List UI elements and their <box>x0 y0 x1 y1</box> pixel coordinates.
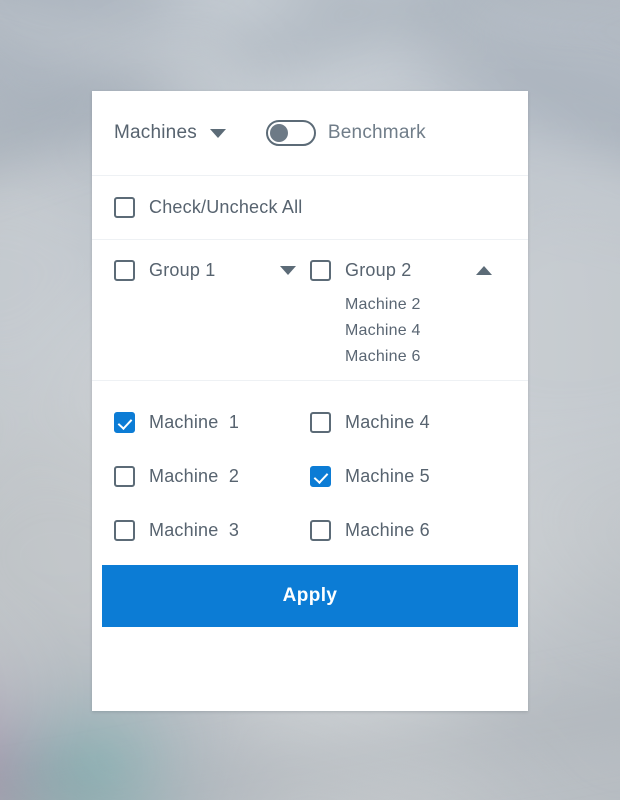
check-uncheck-all-row[interactable]: Check/Uncheck All <box>92 176 528 239</box>
benchmark-toggle-label: Benchmark <box>327 122 426 143</box>
machine-item[interactable]: Machine 5 <box>310 449 506 503</box>
machine-4-checkbox[interactable] <box>310 411 331 433</box>
apply-button[interactable]: Apply <box>102 565 518 627</box>
groups-section: Group 1 Group 2 Machine 2 Machine 4 Mach… <box>92 240 528 380</box>
group-2-checkbox[interactable] <box>310 259 331 281</box>
group-2-child-item: Machine 4 <box>345 322 421 339</box>
entity-type-select[interactable]: Machines <box>114 122 226 144</box>
machine-4-label: Machine 4 <box>345 411 430 432</box>
group-2-collapse-button[interactable] <box>476 265 506 275</box>
machine-item[interactable]: Machine 1 <box>114 395 310 449</box>
check-uncheck-all-label: Check/Uncheck All <box>149 197 303 217</box>
group-2-child-item: Machine 2 <box>345 296 421 313</box>
machine-1-checkbox[interactable] <box>114 411 135 433</box>
machine-1-label: Machine 1 <box>149 411 240 432</box>
group-row-1: Group 1 <box>114 256 310 284</box>
machines-list: Machine 1 Machine 4 Machine 2 Machine 5 … <box>92 381 528 557</box>
machine-5-checkbox[interactable] <box>310 465 331 487</box>
machine-selector-dialog: Machines Benchmark Check/Uncheck All Gro… <box>92 91 528 711</box>
group-1-label: Group 1 <box>149 259 216 280</box>
group-2-children: Machine 2 Machine 4 Machine 6 <box>310 296 506 366</box>
chevron-up-icon <box>476 265 492 275</box>
dialog-header: Machines Benchmark <box>92 91 528 175</box>
machine-2-label: Machine 2 <box>149 465 240 486</box>
group-column-2: Group 2 Machine 2 Machine 4 Machine 6 <box>310 256 506 366</box>
machine-6-checkbox[interactable] <box>310 519 331 541</box>
machine-item[interactable]: Machine 6 <box>310 503 506 557</box>
group-1-checkbox[interactable] <box>114 259 135 281</box>
machine-2-checkbox[interactable] <box>114 465 135 487</box>
group-2-child-item: Machine 6 <box>345 348 421 365</box>
chevron-down-icon <box>280 265 296 275</box>
machine-3-label: Machine 3 <box>149 519 240 540</box>
benchmark-toggle-group: Benchmark <box>265 120 426 146</box>
group-row-2: Group 2 <box>310 256 506 284</box>
machine-5-label: Machine 5 <box>345 465 430 486</box>
machine-item[interactable]: Machine 3 <box>114 503 310 557</box>
benchmark-toggle-knob <box>269 124 288 142</box>
machine-6-label: Machine 6 <box>345 519 430 540</box>
entity-type-select-label: Machines <box>114 122 197 143</box>
dialog-footer: Apply <box>92 557 528 627</box>
group-column-1: Group 1 <box>114 256 310 366</box>
benchmark-toggle[interactable] <box>265 120 316 146</box>
machine-3-checkbox[interactable] <box>114 519 135 541</box>
check-uncheck-all-checkbox[interactable] <box>114 197 135 218</box>
group-1-expand-button[interactable] <box>280 265 310 275</box>
chevron-down-icon <box>209 128 226 138</box>
machine-item[interactable]: Machine 4 <box>310 395 506 449</box>
group-2-label: Group 2 <box>345 259 412 280</box>
machine-item[interactable]: Machine 2 <box>114 449 310 503</box>
